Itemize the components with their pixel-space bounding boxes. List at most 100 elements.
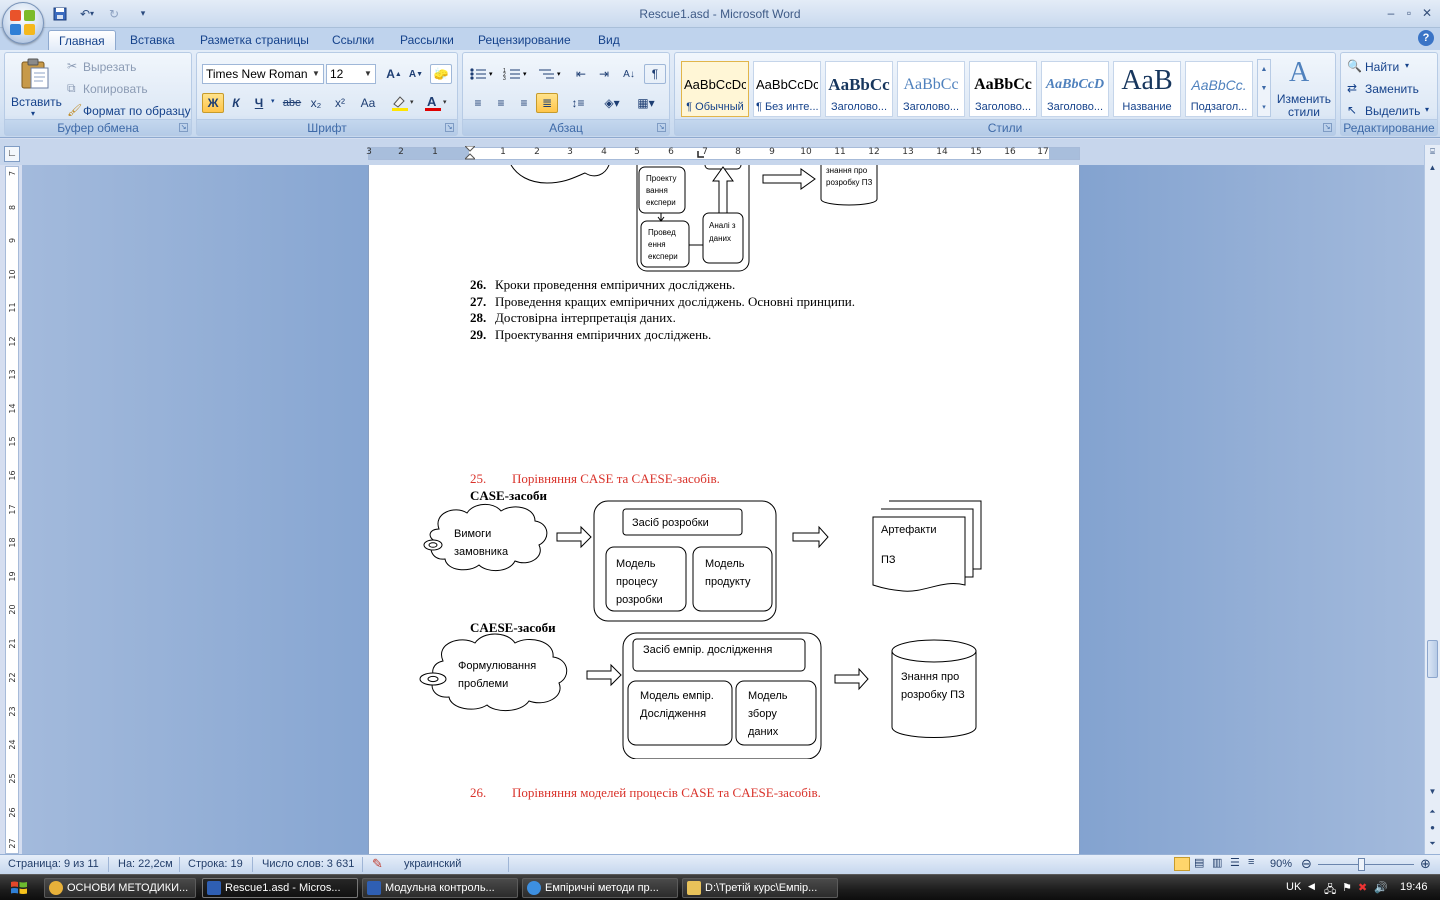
change-styles-button[interactable]: A Изменить стили [1275,57,1333,119]
paragraph-launcher-icon[interactable]: ↘ [657,123,666,132]
style-subtitle[interactable]: AaBbCc. Подзагол... [1185,61,1253,117]
multilevel-list-icon[interactable]: ▾ [535,64,565,84]
volume-icon[interactable]: 🔊 [1374,881,1388,894]
taskbar-item-folder[interactable]: D:\Третій курс\Емпір... [682,878,838,898]
replace-button[interactable]: Заменить [1365,82,1419,96]
borders-icon[interactable]: ▦▾ [631,93,661,113]
antivirus-icon[interactable]: ✖ [1358,881,1367,894]
style-no-spacing[interactable]: AaBbCcDc ¶ Без инте... [753,61,821,117]
font-size-combo[interactable]: 12 ▼ [326,64,376,84]
horizontal-ruler[interactable]: 3 2 1 1 2 3 4 5 6 7 8 9 10 11 12 13 14 1… [366,146,1080,160]
paste-button[interactable]: Вставить ▾ [9,57,62,118]
align-center-icon[interactable]: ≡ [490,93,512,113]
zoom-out-icon[interactable]: ⊖ [1301,856,1312,872]
style-heading-4[interactable]: AaBbCcD Заголово... [1041,61,1109,117]
shading-icon[interactable]: ◈▾ [597,93,627,113]
find-dropdown-icon[interactable]: ▾ [1405,61,1409,70]
numbering-icon[interactable]: 1 2 3 ▾ [501,64,531,84]
style-title[interactable]: AaB Название [1113,61,1181,117]
underline-dropdown-icon[interactable]: ▾ [271,97,275,105]
increase-indent-icon[interactable]: ⇥ [593,64,615,84]
font-launcher-icon[interactable]: ↘ [445,123,454,132]
line-spacing-icon[interactable]: ↕≡ [564,93,592,113]
tab-references[interactable]: Ссылки [322,30,384,50]
flag-icon[interactable]: ⚑ [1342,881,1352,894]
vertical-ruler[interactable]: 7 8 9 10 11 12 13 14 15 16 17 18 19 20 2… [5,166,19,854]
show-marks-icon[interactable]: ¶ [644,64,666,84]
scroll-up-icon[interactable]: ▲ [1427,163,1438,172]
tab-insert[interactable]: Вставка [120,30,185,50]
start-button[interactable] [4,878,34,898]
bullets-icon[interactable]: ▾ [467,64,497,84]
grow-font-icon[interactable]: A ▲ [383,64,405,84]
ruler-toggle-icon[interactable]: ⌸ [1427,147,1438,157]
view-web-layout-icon[interactable]: ▥ [1212,856,1222,869]
tab-stop-icon[interactable] [697,151,705,159]
styles-launcher-icon[interactable]: ↘ [1323,123,1332,132]
help-icon[interactable]: ? [1418,30,1434,46]
subscript-button[interactable]: x₂ [305,93,327,113]
vertical-scrollbar[interactable]: ⌸ ▲ ▼ ⏶ ● ⏷ [1424,145,1440,854]
tray-expand-icon[interactable]: ◀ [1308,881,1315,892]
browse-object-icon[interactable]: ● [1427,823,1438,832]
status-line[interactable]: Строка: 19 [188,858,243,870]
bold-button[interactable]: Ж [202,93,224,113]
style-heading-3[interactable]: AaBbCc Заголово... [969,61,1037,117]
font-name-dropdown-icon[interactable]: ▼ [310,66,322,82]
status-page[interactable]: Страница: 9 из 11 [8,858,99,870]
select-button[interactable]: Выделить [1365,104,1420,118]
align-right-icon[interactable]: ≡ [513,93,535,113]
zoom-slider[interactable] [1318,864,1414,865]
view-full-screen-icon[interactable]: ▤ [1194,856,1204,869]
tab-view[interactable]: Вид [588,30,630,50]
styles-scroll[interactable]: ▲ ▼ ▾ [1257,59,1271,117]
style-normal[interactable]: AaBbCcDc ¶ Обычный [681,61,749,117]
view-draft-icon[interactable]: ≡ [1248,856,1254,868]
zoom-in-icon[interactable]: ⊕ [1420,856,1431,872]
proofing-icon[interactable]: ✎ [372,856,383,872]
select-dropdown-icon[interactable]: ▾ [1425,105,1429,114]
next-page-icon[interactable]: ⏷ [1427,839,1438,849]
decrease-indent-icon[interactable]: ⇤ [570,64,592,84]
close-button[interactable]: ✕ [1416,4,1438,22]
clock[interactable]: 19:46 [1400,881,1428,893]
format-painter-button[interactable]: Формат по образцу [83,104,191,118]
taskbar-item-word-module[interactable]: Модульна контроль... [362,878,518,898]
italic-button[interactable]: К [225,93,247,113]
taskbar-item-chrome[interactable]: ОСНОВИ МЕТОДИКИ... [44,878,196,898]
status-language[interactable]: украинский [404,858,461,870]
style-heading-1[interactable]: AaBbCc Заголово... [825,61,893,117]
style-heading-2[interactable]: AaBbCc Заголово... [897,61,965,117]
previous-page-icon[interactable]: ⏶ [1427,807,1438,817]
status-word-count[interactable]: Число слов: 3 631 [262,858,354,870]
find-button[interactable]: Найти [1365,60,1399,74]
tab-review[interactable]: Рецензирование [468,30,581,50]
tab-page-layout[interactable]: Разметка страницы [190,30,319,50]
document-page[interactable]: Проекту вання експери Провед ення експер… [368,165,1080,854]
taskbar-item-ie[interactable]: Емпіричні методи пр... [522,878,678,898]
sort-icon[interactable]: A↓ [618,64,640,84]
cut-button[interactable]: Вырезать [83,60,136,74]
clear-formatting-icon[interactable]: 🧽 [430,64,452,84]
strikethrough-button[interactable]: abe [281,93,303,113]
underline-button[interactable]: Ч [248,93,270,113]
font-size-dropdown-icon[interactable]: ▼ [362,66,374,82]
align-left-icon[interactable]: ≡ [467,93,489,113]
justify-icon[interactable]: ≣ [536,93,558,113]
highlight-icon[interactable]: ▾ [388,93,418,113]
office-button[interactable] [2,2,44,44]
clipboard-launcher-icon[interactable]: ↘ [179,123,188,132]
copy-button[interactable]: Копировать [83,82,148,96]
font-color-icon[interactable]: A ▾ [421,93,451,113]
view-print-layout-icon[interactable] [1174,857,1190,871]
tab-home[interactable]: Главная [48,30,116,50]
indent-marker-icon[interactable] [465,146,475,160]
network-icon[interactable]: 🖧 [1324,881,1336,900]
scroll-down-icon[interactable]: ▼ [1427,787,1438,796]
superscript-button[interactable]: x² [329,93,351,113]
taskbar-item-word-rescue[interactable]: Rescue1.asd - Micros... [202,878,358,898]
zoom-slider-thumb[interactable] [1358,858,1365,871]
view-outline-icon[interactable]: ☰ [1230,856,1240,869]
language-indicator[interactable]: UK [1286,881,1301,893]
shrink-font-icon[interactable]: A ▼ [405,64,427,84]
